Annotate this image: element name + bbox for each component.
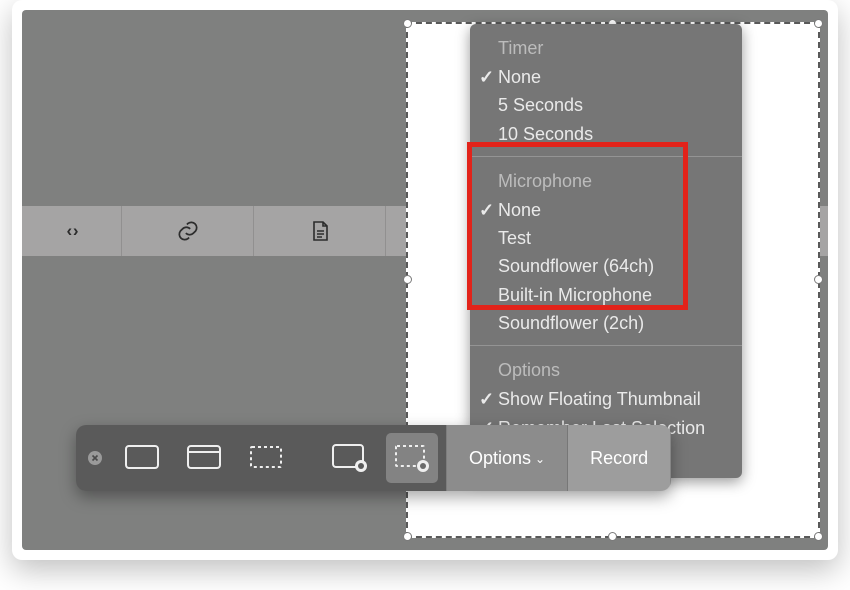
capture-window-button[interactable] — [178, 433, 230, 483]
menu-item-mic-sf64[interactable]: Soundflower (64ch) — [470, 252, 742, 280]
chevron-left-right-icon: ‹ › — [66, 221, 76, 241]
menu-item-label: Soundflower (2ch) — [498, 313, 644, 333]
menu-section-microphone: Microphone None Test Soundflower (64ch) … — [470, 157, 742, 346]
record-screen-icon — [331, 442, 369, 474]
resize-handle-ml[interactable] — [403, 275, 412, 284]
menu-item-label: Built-in Microphone — [498, 285, 652, 305]
menu-item-label: None — [498, 67, 541, 87]
capture-selection-button[interactable] — [240, 433, 292, 483]
menu-header: Timer — [470, 34, 742, 63]
nav-arrows[interactable]: ‹ › — [22, 206, 122, 256]
resize-handle-bm[interactable] — [608, 532, 617, 541]
menu-item-label: 5 Seconds — [498, 95, 583, 115]
record-button-label: Record — [590, 448, 648, 469]
record-selection-button[interactable] — [386, 433, 438, 483]
menu-section-timer: Timer None 5 Seconds 10 Seconds — [470, 24, 742, 157]
resize-handle-br[interactable] — [814, 532, 823, 541]
screen-icon — [124, 443, 160, 473]
options-button[interactable]: Options ⌄ — [447, 425, 568, 491]
document-icon — [308, 218, 332, 244]
link-button[interactable] — [122, 206, 254, 256]
selection-icon — [248, 443, 284, 473]
link-icon — [175, 218, 201, 244]
menu-item-timer-10s[interactable]: 10 Seconds — [470, 120, 742, 148]
menu-item-label: 10 Seconds — [498, 124, 593, 144]
capture-entire-screen-button[interactable] — [116, 433, 168, 483]
options-menu: Timer None 5 Seconds 10 Seconds Micropho… — [470, 24, 742, 478]
menu-item-mic-none[interactable]: None — [470, 196, 742, 224]
options-button-label: Options — [469, 448, 531, 469]
menu-item-label: Test — [498, 228, 531, 248]
document-button[interactable] — [254, 206, 386, 256]
menu-item-opt-thumbnail[interactable]: Show Floating Thumbnail — [470, 385, 742, 413]
record-button[interactable]: Record — [568, 425, 671, 491]
chevron-down-icon: ⌄ — [535, 452, 545, 466]
record-selection-icon — [393, 442, 431, 474]
close-button[interactable] — [84, 447, 106, 469]
screenshot-toolbar-modes — [76, 425, 446, 491]
screenshot-toolbar-actions: Options ⌄ Record — [446, 425, 671, 491]
menu-item-label: Show Floating Thumbnail — [498, 389, 701, 409]
screenshot-toolbar: Options ⌄ Record — [76, 425, 671, 491]
menu-item-label: Soundflower (64ch) — [498, 256, 654, 276]
app-window: ‹ › Timer None 5 Seconds 10 Seconds Mi — [12, 0, 838, 560]
menu-item-mic-test[interactable]: Test — [470, 224, 742, 252]
close-icon — [87, 450, 103, 466]
menu-item-label: None — [498, 200, 541, 220]
resize-handle-mr[interactable] — [814, 275, 823, 284]
resize-handle-tl[interactable] — [403, 19, 412, 28]
menu-header: Microphone — [470, 167, 742, 196]
menu-item-mic-sf2[interactable]: Soundflower (2ch) — [470, 309, 742, 337]
resize-handle-bl[interactable] — [403, 532, 412, 541]
menu-item-timer-none[interactable]: None — [470, 63, 742, 91]
menu-item-mic-builtin[interactable]: Built-in Microphone — [470, 281, 742, 309]
record-entire-screen-button[interactable] — [324, 433, 376, 483]
menu-header: Options — [470, 356, 742, 385]
window-icon — [186, 443, 222, 473]
menu-item-timer-5s[interactable]: 5 Seconds — [470, 91, 742, 119]
resize-handle-tr[interactable] — [814, 19, 823, 28]
